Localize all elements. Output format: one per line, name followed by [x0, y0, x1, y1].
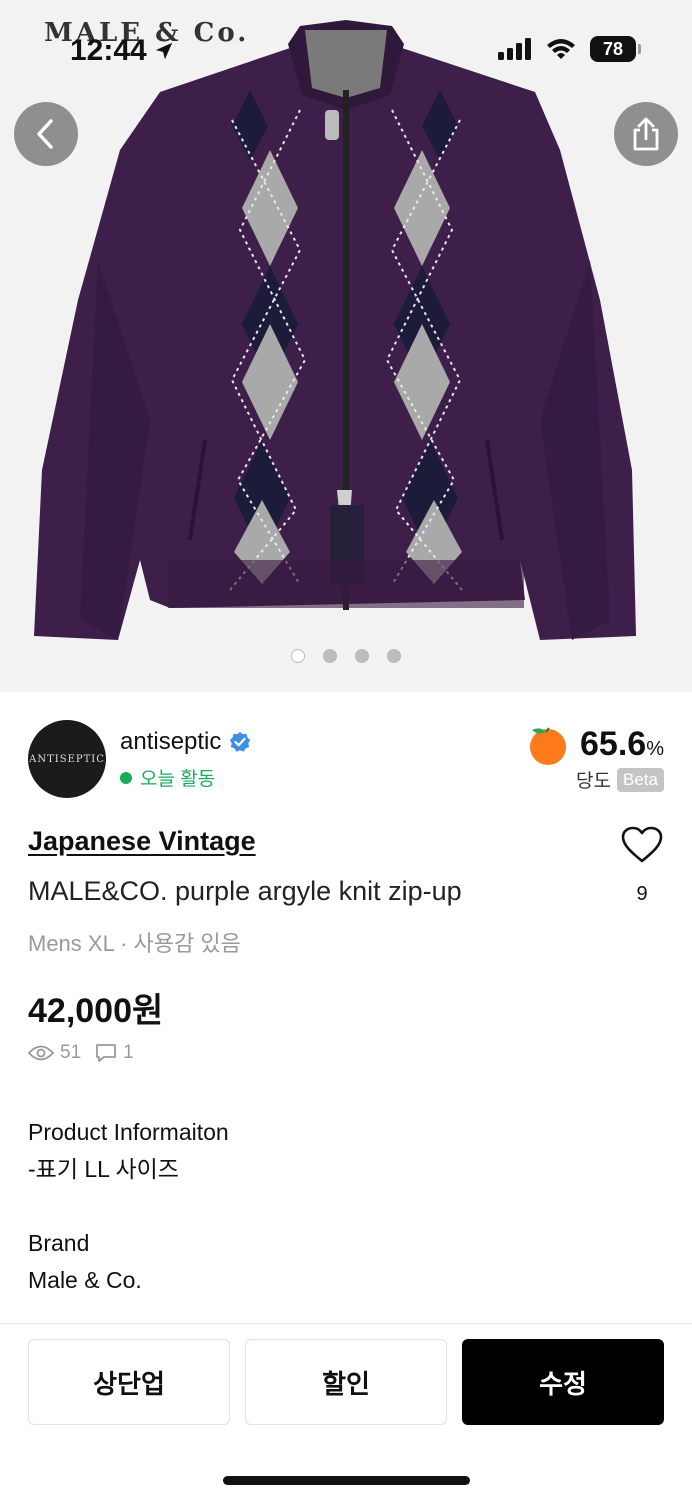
location-arrow-icon	[155, 42, 172, 60]
product-description: Product Informaiton -표기 LL 사이즈 Brand Mal…	[28, 1114, 229, 1299]
battery-indicator: 78	[590, 36, 641, 62]
share-icon	[633, 117, 659, 151]
sweetness-score[interactable]: 65.6%	[524, 722, 664, 766]
product-title: MALE&CO. purple argyle knit zip-up	[28, 876, 462, 906]
wifi-icon	[547, 39, 575, 59]
score-unit: %	[646, 737, 664, 760]
home-indicator[interactable]	[223, 1476, 470, 1485]
seller-profile[interactable]: ANTISEPTIC antiseptic 오늘 활동 65.6% 당도 Bet…	[28, 718, 664, 802]
online-dot-icon	[120, 771, 132, 784]
avatar[interactable]: ANTISEPTIC	[28, 720, 106, 798]
edit-button[interactable]: 수정	[462, 1339, 664, 1425]
orange-fruit-icon	[530, 727, 567, 765]
seller-name-row[interactable]: antiseptic	[120, 728, 251, 756]
eye-icon	[28, 1045, 54, 1061]
description-line: -표기 LL 사이즈	[28, 1156, 179, 1182]
score-value: 65.6%	[580, 725, 664, 764]
comment-count: 1	[123, 1042, 134, 1063]
heart-icon	[621, 826, 663, 863]
score-number: 65.6	[580, 724, 647, 763]
time-text: 12:44	[70, 34, 147, 67]
carousel-dot[interactable]	[387, 649, 401, 663]
verified-badge-icon	[230, 731, 251, 752]
divider	[0, 1323, 692, 1324]
status-time: 12:44	[70, 34, 175, 68]
carousel-indicator[interactable]	[0, 649, 692, 663]
product-stats: 51 1	[28, 1042, 134, 1064]
activity-text: 오늘 활동	[140, 769, 216, 790]
product-meta: Mens XL · 사용감 있음	[28, 931, 241, 956]
action-bar: 상단업 할인 수정	[28, 1339, 664, 1425]
seller-name[interactable]: antiseptic	[120, 728, 221, 756]
signal-icon	[498, 38, 531, 60]
product-photo	[34, 20, 636, 640]
product-price: 42,000원	[28, 992, 164, 1030]
description-line: Product Informaiton	[28, 1119, 229, 1145]
beta-badge: Beta	[617, 767, 664, 792]
score-label-row: 당도 Beta	[576, 766, 664, 793]
activity-status: 오늘 활동	[120, 764, 215, 791]
share-button[interactable]	[614, 102, 678, 166]
description-line: Brand	[28, 1230, 90, 1256]
product-image-carousel[interactable]: MALE & Co. 12:44 78	[0, 0, 692, 692]
like-count: 9	[636, 883, 648, 905]
avatar-text: ANTISEPTIC	[29, 753, 105, 765]
view-count: 51	[60, 1042, 82, 1063]
like-button[interactable]: 9	[620, 826, 664, 906]
category-link[interactable]: Japanese Vintage	[28, 826, 256, 857]
status-bar: 12:44 78	[0, 0, 692, 100]
score-label: 당도	[576, 771, 612, 792]
description-line: Male & Co.	[28, 1267, 142, 1293]
discount-button[interactable]: 할인	[245, 1339, 447, 1425]
carousel-dot[interactable]	[355, 649, 369, 663]
description-line	[28, 1188, 229, 1225]
back-button[interactable]	[14, 102, 78, 166]
status-icons: 78	[498, 36, 641, 62]
comment-icon	[96, 1044, 117, 1062]
bump-button[interactable]: 상단업	[28, 1339, 230, 1425]
chevron-left-icon	[37, 119, 53, 149]
carousel-dot[interactable]	[323, 649, 337, 663]
carousel-dot[interactable]	[291, 649, 305, 663]
